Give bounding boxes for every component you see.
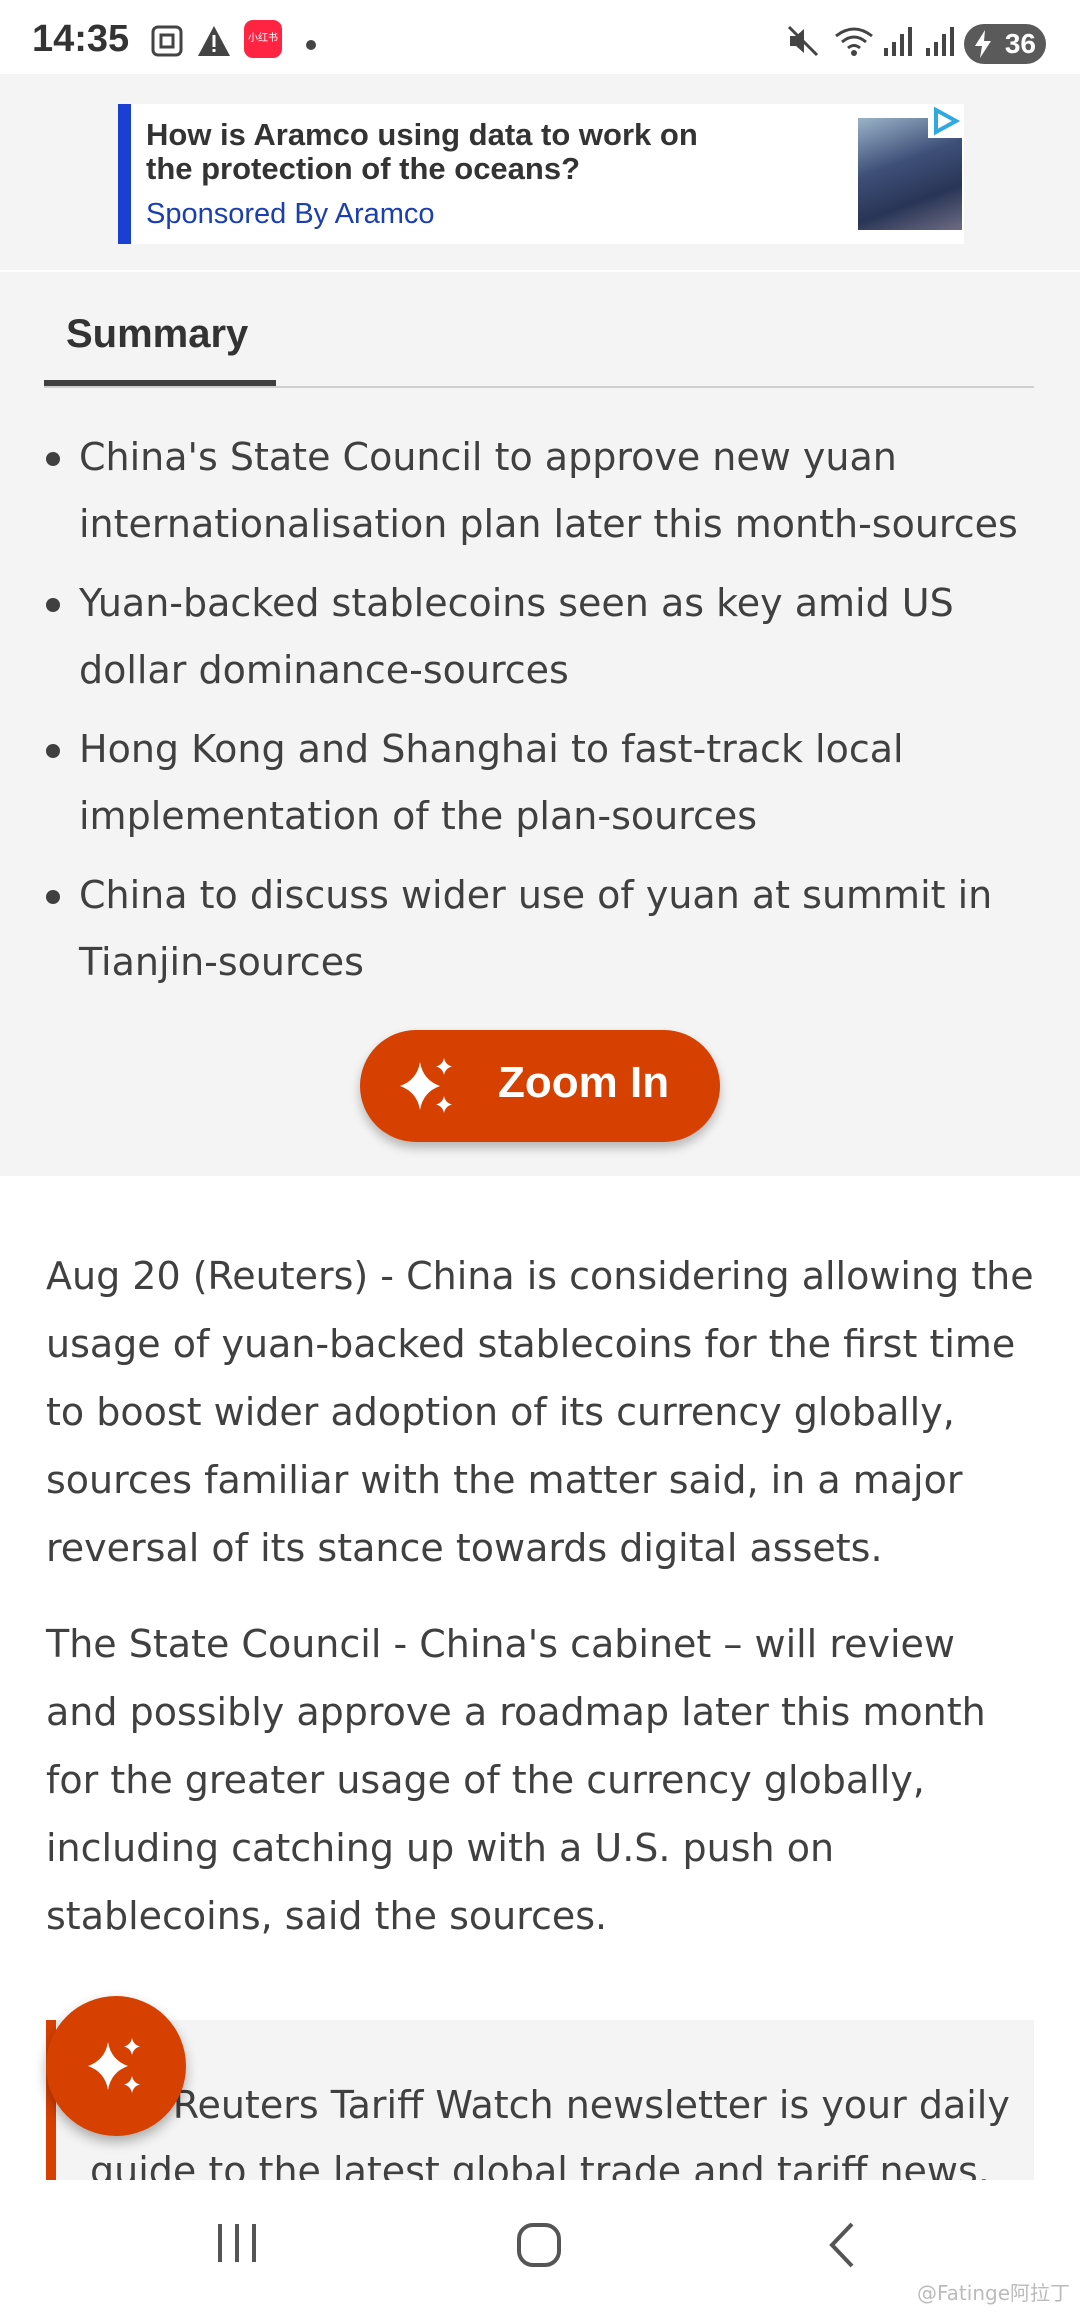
ad-sponsor[interactable]: Sponsored By Aramco <box>146 198 435 231</box>
signal-icon <box>924 24 956 62</box>
summary-item: Yuan-backed stablecoins seen as key amid… <box>44 570 1034 704</box>
ad-title[interactable]: How is Aramco using data to work on the … <box>146 118 746 186</box>
recent-apps-icon[interactable] <box>214 2220 260 2270</box>
ad-card[interactable]: How is Aramco using data to work on the … <box>118 104 964 244</box>
summary-panel: Summary China's State Council to approve… <box>0 272 1080 1176</box>
bullet-icon <box>46 452 60 466</box>
zoom-in-label: Zoom In <box>498 1058 670 1107</box>
battery-level: 36 <box>1004 28 1036 59</box>
system-nav-bar: @Fatinge阿拉丁 <box>0 2180 1080 2316</box>
battery-icon: 36 <box>964 24 1046 64</box>
newsletter-text[interactable]: The Reuters Tariff Watch newsletter is y… <box>90 2072 1030 2180</box>
article-paragraph: Aug 20 (Reuters) - China is considering … <box>46 1254 1034 1570</box>
summary-list: China's State Council to approve new yua… <box>44 424 1034 1008</box>
tab-summary[interactable]: Summary <box>66 312 248 357</box>
ad-accent-bar <box>118 104 131 244</box>
wifi-icon <box>832 24 876 62</box>
status-bar: 14:35 小红书 36 <box>0 0 1080 74</box>
summary-item: Hong Kong and Shanghai to fast-track loc… <box>44 716 1034 850</box>
ad-banner: How is Aramco using data to work on the … <box>0 74 1080 270</box>
ai-fab-button[interactable] <box>46 1996 186 2136</box>
article-body: Aug 20 (Reuters) - China is considering … <box>46 1242 1036 1978</box>
bullet-icon <box>46 598 60 612</box>
tab-divider <box>44 386 1034 388</box>
app-icon: 小红书 <box>244 20 282 58</box>
summary-item-text: Hong Kong and Shanghai to fast-track loc… <box>79 727 904 838</box>
bullet-icon <box>46 744 60 758</box>
article-paragraph: The State Council - China's cabinet – wi… <box>46 1622 986 1938</box>
sparkle-icon <box>400 1058 452 1113</box>
summary-item-text: China to discuss wider use of yuan at su… <box>79 873 993 984</box>
bullet-icon <box>46 890 60 904</box>
warning-icon <box>196 24 232 62</box>
dot-icon <box>306 40 316 50</box>
mute-icon <box>786 24 820 62</box>
summary-item-text: China's State Council to approve new yua… <box>79 435 1018 546</box>
summary-item-text: Yuan-backed stablecoins seen as key amid… <box>79 581 954 692</box>
signal-icon <box>882 24 914 62</box>
zoom-in-button[interactable]: Zoom In <box>360 1030 720 1142</box>
sparkle-icon <box>88 2038 140 2093</box>
screenshot-icon <box>150 24 184 62</box>
adchoices-icon[interactable] <box>928 104 962 138</box>
watermark: @Fatinge阿拉丁 <box>917 2281 1070 2305</box>
back-icon[interactable] <box>822 2220 862 2274</box>
newsletter-promo[interactable]: The Reuters Tariff Watch newsletter is y… <box>46 2020 1034 2180</box>
summary-item: China to discuss wider use of yuan at su… <box>44 862 1034 996</box>
status-time: 14:35 <box>32 18 130 60</box>
summary-item: China's State Council to approve new yua… <box>44 424 1034 558</box>
home-icon[interactable] <box>514 2220 564 2274</box>
